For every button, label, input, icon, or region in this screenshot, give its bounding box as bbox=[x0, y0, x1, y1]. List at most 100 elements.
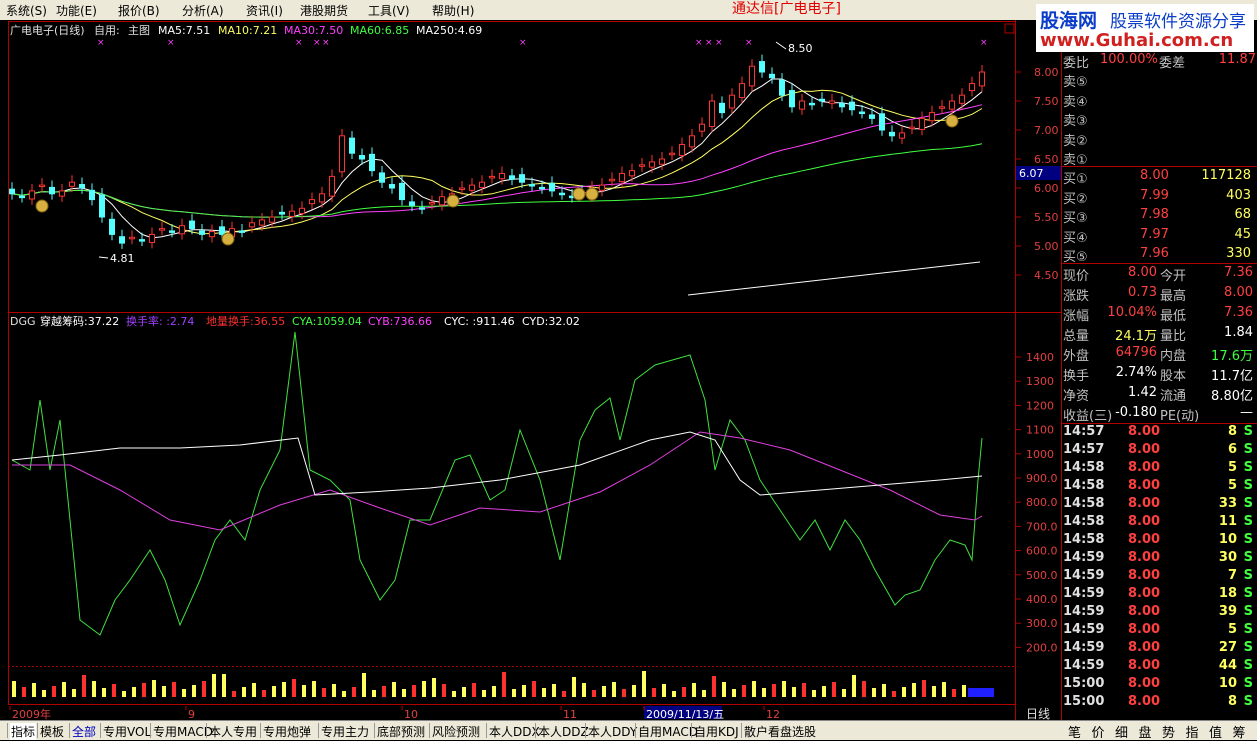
detail-tab-6[interactable]: 值 bbox=[1209, 722, 1222, 741]
candle-body bbox=[609, 178, 615, 182]
candle-body bbox=[279, 211, 285, 215]
tab-1[interactable]: 模板 bbox=[40, 723, 64, 740]
candle-body bbox=[819, 98, 825, 102]
tab-14[interactable]: 自用KDJ bbox=[694, 723, 739, 740]
tick-side: S bbox=[1243, 496, 1253, 511]
volume-bar bbox=[662, 684, 666, 697]
volume-highlight bbox=[968, 688, 994, 697]
candle-body bbox=[879, 113, 885, 131]
candle-body bbox=[889, 131, 895, 137]
candle-body bbox=[169, 230, 175, 233]
stat-label: 收益(三) bbox=[1063, 409, 1113, 424]
tab-9[interactable]: 风险预测 bbox=[432, 723, 480, 740]
tab-2[interactable]: 全部 bbox=[72, 723, 96, 740]
candle-body bbox=[99, 194, 105, 218]
candle-body bbox=[619, 173, 625, 183]
view-label: 主图 bbox=[128, 24, 150, 37]
order-ratio-row: 委比 100.00% 委差 11.87 bbox=[1062, 52, 1257, 71]
candle-body bbox=[979, 71, 985, 87]
tick-volume: 8 bbox=[1227, 424, 1237, 439]
candle-body bbox=[389, 184, 395, 189]
tick-time: 14:57 bbox=[1063, 424, 1105, 439]
candle-body bbox=[549, 182, 555, 192]
period-label[interactable]: 日线 bbox=[1026, 707, 1050, 720]
candle-body bbox=[39, 184, 45, 188]
volume-bar bbox=[122, 691, 126, 697]
date-tick: 11 bbox=[563, 708, 577, 720]
signal-marker: × bbox=[715, 38, 723, 48]
stat-value: 1.42 bbox=[1128, 385, 1157, 400]
stat-row: 收益(三) -0.180 PE(动) — bbox=[1062, 405, 1257, 424]
tab-0[interactable]: 指标 bbox=[10, 723, 37, 740]
detail-tab-4[interactable]: 势 bbox=[1162, 722, 1175, 741]
stat-value: 2.74% bbox=[1115, 365, 1157, 380]
indicator-tick: 400.0 bbox=[1026, 593, 1058, 606]
tick-side: S bbox=[1243, 460, 1253, 475]
tab-8[interactable]: 底部预测 bbox=[377, 723, 425, 740]
stat-value: 11.7亿 bbox=[1211, 369, 1253, 384]
candle-body bbox=[319, 193, 325, 203]
menu-quote[interactable]: 报价(B) bbox=[118, 2, 160, 19]
volume-bar bbox=[102, 688, 106, 697]
menu-tools[interactable]: 工具(V) bbox=[368, 2, 410, 19]
app-name: 通达信 bbox=[732, 1, 774, 17]
tab-5[interactable]: 本人专用 bbox=[209, 723, 257, 740]
volume-bar bbox=[342, 691, 346, 697]
candle-body bbox=[639, 164, 645, 167]
volume-bar bbox=[732, 689, 736, 697]
detail-tab-7[interactable]: 筹 bbox=[1233, 722, 1246, 741]
buy-level-label: 买② bbox=[1063, 191, 1088, 207]
tick-volume: 33 bbox=[1218, 496, 1237, 511]
tab-15[interactable]: 散户看盘选股 bbox=[744, 723, 816, 740]
detail-tab-5[interactable]: 指 bbox=[1186, 722, 1199, 741]
menu-news[interactable]: 资讯(I) bbox=[246, 2, 283, 19]
detail-tab-1[interactable]: 价 bbox=[1092, 722, 1105, 741]
candle-body bbox=[769, 73, 775, 79]
candle-body bbox=[849, 101, 855, 111]
tab-10[interactable]: 本人DDX bbox=[489, 723, 540, 740]
tab-4[interactable]: 专用MACD bbox=[153, 723, 213, 740]
candle-body bbox=[399, 182, 405, 201]
stat-label: 内盘 bbox=[1160, 349, 1187, 364]
tab-13[interactable]: 自用MACD bbox=[638, 723, 698, 740]
menu-system[interactable]: 系统(S) bbox=[6, 2, 47, 19]
tab-3[interactable]: 专用VOL bbox=[103, 723, 151, 740]
date-tick: 2009/11/13/五 bbox=[646, 708, 724, 720]
candle-body bbox=[679, 144, 685, 157]
candle-body bbox=[919, 117, 925, 130]
menu-analysis[interactable]: 分析(A) bbox=[182, 2, 224, 19]
volume-bar bbox=[642, 671, 646, 697]
stat-value: -0.180 bbox=[1115, 405, 1157, 420]
buy-level-volume: 330 bbox=[1226, 246, 1251, 261]
detail-tab-0[interactable]: 笔 bbox=[1068, 722, 1081, 741]
tick-row: 14:57 8.00 6 S bbox=[1063, 442, 1253, 457]
candle-body bbox=[259, 219, 265, 226]
chart-area[interactable]: 广电电子(日线) 自用: 主图 MA5:7.51 MA10:7.21 MA30:7.… bbox=[0, 20, 1062, 720]
candle-body bbox=[29, 190, 35, 200]
volume-bar bbox=[832, 682, 836, 697]
volume-bar bbox=[272, 686, 276, 697]
menu-hk-futures[interactable]: 港股期货 bbox=[300, 2, 348, 19]
indicator-tick: 1200 bbox=[1026, 399, 1054, 412]
volume-bar bbox=[722, 682, 726, 697]
tab-11[interactable]: 本人DDZ bbox=[538, 723, 589, 740]
price-tick: 8.00 bbox=[1034, 66, 1059, 79]
volume-bar bbox=[72, 689, 76, 697]
tab-12[interactable]: 本人DDY bbox=[588, 723, 637, 740]
tick-volume: 18 bbox=[1218, 586, 1237, 601]
menu-help[interactable]: 帮助(H) bbox=[432, 2, 474, 19]
tab-6[interactable]: 专用炮弹 bbox=[263, 723, 311, 740]
menu-function[interactable]: 功能(E) bbox=[56, 2, 97, 19]
volume-bar bbox=[182, 689, 186, 697]
candle-body bbox=[129, 236, 135, 240]
volume-bar bbox=[772, 684, 776, 697]
volume-bar bbox=[522, 685, 526, 697]
detail-tab-3[interactable]: 盘 bbox=[1139, 722, 1152, 741]
indicator-label: 穿越筹码:37.22 bbox=[40, 314, 119, 328]
volume-bar bbox=[172, 682, 176, 697]
stat-label: 总量 bbox=[1063, 329, 1090, 344]
detail-tab-2[interactable]: 细 bbox=[1115, 722, 1128, 741]
volume-bar bbox=[802, 683, 806, 697]
tab-7[interactable]: 专用主力 bbox=[321, 723, 369, 740]
candle-body bbox=[799, 100, 805, 110]
